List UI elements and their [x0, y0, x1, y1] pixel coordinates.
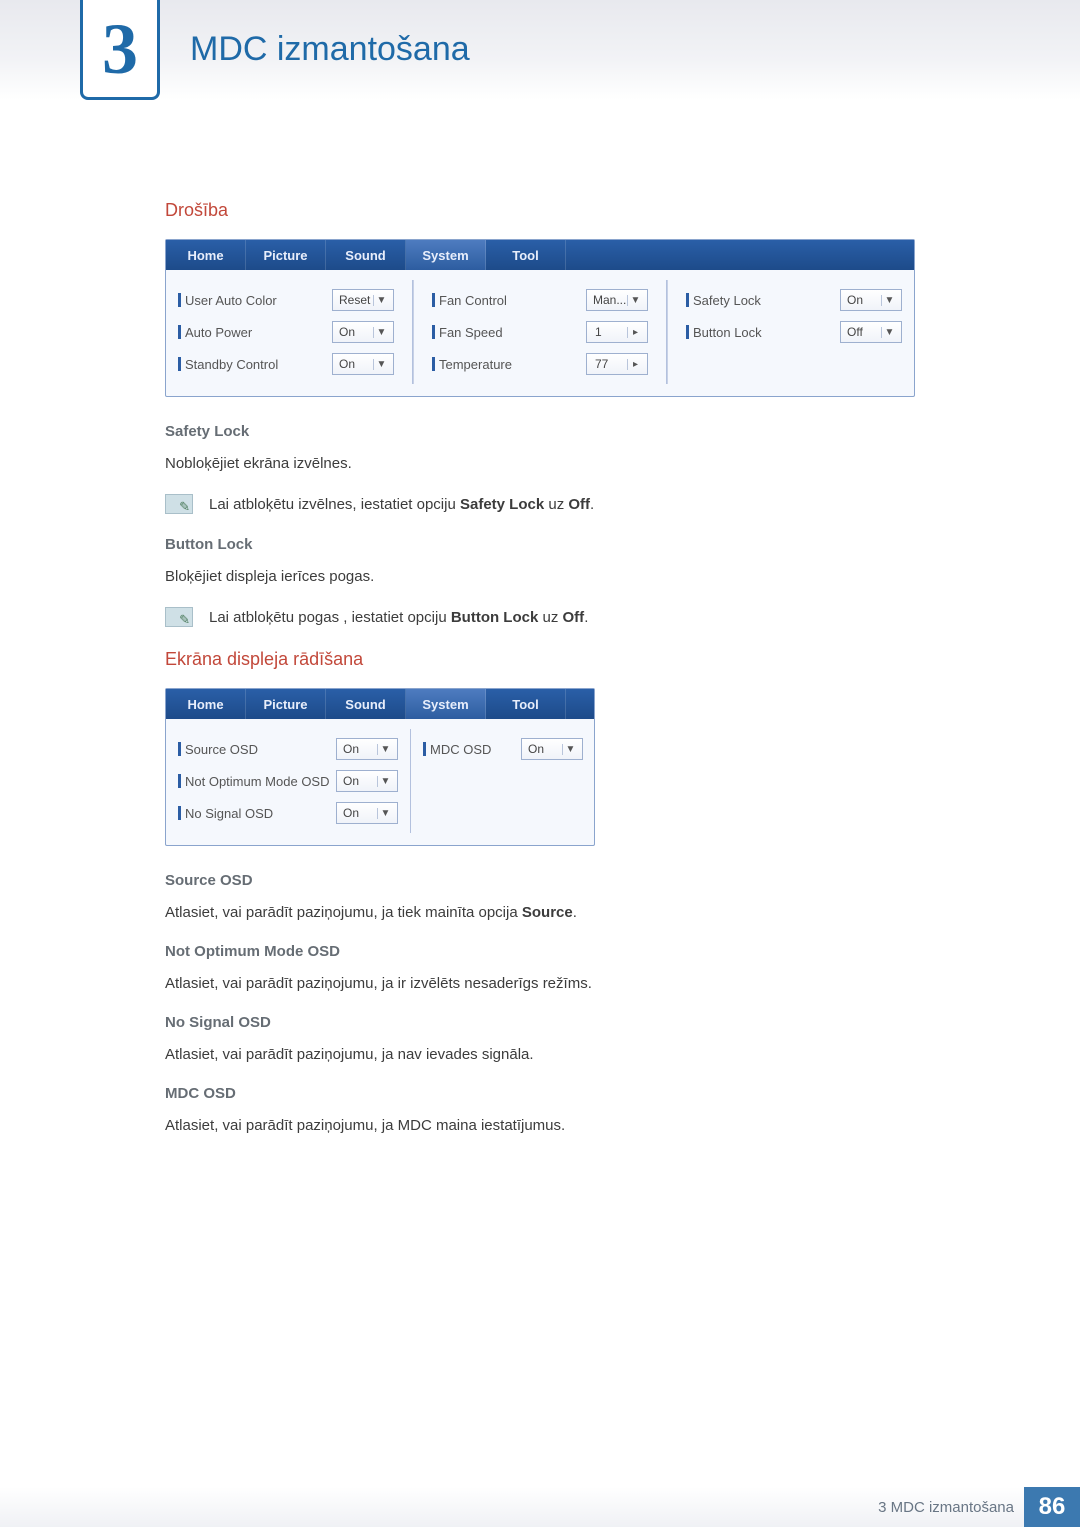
label-standby-control: Standby Control — [185, 357, 278, 372]
tab-sound[interactable]: Sound — [326, 689, 406, 719]
column-separator — [666, 280, 668, 384]
tab-tool[interactable]: Tool — [486, 689, 566, 719]
tab-home[interactable]: Home — [166, 240, 246, 270]
heading-mdc-osd: MDC OSD — [165, 1085, 915, 1102]
text-button-lock: Bloķējiet displeja ierīces pogas. — [165, 565, 915, 589]
column-separator — [412, 280, 414, 384]
osd-panel: Home Picture Sound System Tool Source OS… — [165, 688, 595, 846]
section-osd-heading: Ekrāna displeja rādīšana — [165, 649, 915, 670]
page-footer: 3 MDC izmantošana 86 — [0, 1487, 1080, 1527]
label-not-optimum-osd: Not Optimum Mode OSD — [185, 774, 330, 789]
security-panel: Home Picture Sound System Tool User Auto… — [165, 239, 915, 397]
tab-spacer — [566, 240, 914, 270]
note-icon — [165, 494, 193, 514]
label-button-lock: Button Lock — [693, 325, 762, 340]
chevron-down-icon: ▼ — [377, 808, 393, 819]
text-no-signal-osd: Atlasiet, vai parādīt paziņojumu, ja nav… — [165, 1043, 915, 1067]
chevron-down-icon: ▼ — [373, 327, 389, 338]
heading-safety-lock: Safety Lock — [165, 423, 915, 440]
tab-picture[interactable]: Picture — [246, 240, 326, 270]
note-text: Lai atbloķētu pogas , iestatiet opciju B… — [209, 609, 588, 626]
security-tabbar: Home Picture Sound System Tool — [166, 240, 914, 270]
dd-source-osd[interactable]: On▼ — [336, 738, 398, 760]
security-col3: Safety Lock On▼ Button Lock Off▼ — [686, 284, 902, 380]
chevron-down-icon: ▼ — [377, 744, 393, 755]
chevron-down-icon: ▼ — [627, 295, 643, 306]
label-safety-lock: Safety Lock — [693, 293, 761, 308]
chapter-title: MDC izmantošana — [190, 30, 470, 69]
dd-no-signal-osd[interactable]: On▼ — [336, 802, 398, 824]
chevron-down-icon: ▼ — [562, 744, 578, 755]
tab-sound[interactable]: Sound — [326, 240, 406, 270]
heading-not-optimum-osd: Not Optimum Mode OSD — [165, 943, 915, 960]
text-safety-lock: Nobloķējiet ekrāna izvēlnes. — [165, 452, 915, 476]
chevron-right-icon: ▸ — [627, 327, 643, 338]
chevron-down-icon: ▼ — [377, 776, 393, 787]
label-fan-control: Fan Control — [439, 293, 507, 308]
note-text: Lai atbloķētu izvēlnes, iestatiet opciju… — [209, 496, 594, 513]
security-col1: User Auto Color Reset▼ Auto Power On▼ St… — [178, 284, 394, 380]
chevron-down-icon: ▼ — [881, 327, 897, 338]
dd-mdc-osd[interactable]: On▼ — [521, 738, 583, 760]
tab-home[interactable]: Home — [166, 689, 246, 719]
dd-fan-control[interactable]: Man...▼ — [586, 289, 648, 311]
dd-button-lock[interactable]: Off▼ — [840, 321, 902, 343]
note-icon — [165, 607, 193, 627]
tab-picture[interactable]: Picture — [246, 689, 326, 719]
label-fan-speed: Fan Speed — [439, 325, 503, 340]
osd-tabbar: Home Picture Sound System Tool — [166, 689, 594, 719]
footer-label: 3 MDC izmantošana — [878, 1499, 1014, 1516]
chapter-number: 3 — [102, 13, 138, 85]
label-auto-power: Auto Power — [185, 325, 252, 340]
dd-auto-power[interactable]: On▼ — [332, 321, 394, 343]
security-col2: Fan Control Man...▼ Fan Speed 1▸ Tempera… — [432, 284, 648, 380]
section-security-heading: Drošība — [165, 200, 915, 221]
text-source-osd: Atlasiet, vai parādīt paziņojumu, ja tie… — [165, 901, 915, 925]
label-no-signal-osd: No Signal OSD — [185, 806, 273, 821]
osd-col-left: Source OSD On▼ Not Optimum Mode OSD On▼ … — [178, 733, 398, 829]
label-temperature: Temperature — [439, 357, 512, 372]
page-header: 3 MDC izmantošana — [0, 0, 1080, 100]
chapter-badge: 3 — [80, 0, 160, 100]
note-safety-lock: Lai atbloķētu izvēlnes, iestatiet opciju… — [165, 494, 915, 514]
spinner-fan-speed[interactable]: 1▸ — [586, 321, 648, 343]
heading-button-lock: Button Lock — [165, 536, 915, 553]
chevron-right-icon: ▸ — [627, 359, 643, 370]
tab-tool[interactable]: Tool — [486, 240, 566, 270]
osd-col-right: MDC OSD On▼ — [423, 733, 583, 829]
text-not-optimum-osd: Atlasiet, vai parādīt paziņojumu, ja ir … — [165, 972, 915, 996]
dd-user-auto-color[interactable]: Reset▼ — [332, 289, 394, 311]
dd-not-optimum-osd[interactable]: On▼ — [336, 770, 398, 792]
label-user-auto-color: User Auto Color — [185, 293, 277, 308]
dd-standby-control[interactable]: On▼ — [332, 353, 394, 375]
chevron-down-icon: ▼ — [373, 295, 389, 306]
column-separator — [410, 729, 411, 833]
page-number: 86 — [1024, 1487, 1080, 1527]
tab-system[interactable]: System — [406, 240, 486, 270]
tab-system[interactable]: System — [406, 689, 486, 719]
label-source-osd: Source OSD — [185, 742, 258, 757]
chevron-down-icon: ▼ — [373, 359, 389, 370]
note-button-lock: Lai atbloķētu pogas , iestatiet opciju B… — [165, 607, 915, 627]
chevron-down-icon: ▼ — [881, 295, 897, 306]
heading-source-osd: Source OSD — [165, 872, 915, 889]
spinner-temperature[interactable]: 77▸ — [586, 353, 648, 375]
dd-safety-lock[interactable]: On▼ — [840, 289, 902, 311]
label-mdc-osd: MDC OSD — [430, 742, 491, 757]
heading-no-signal-osd: No Signal OSD — [165, 1014, 915, 1031]
text-mdc-osd: Atlasiet, vai parādīt paziņojumu, ja MDC… — [165, 1114, 915, 1138]
